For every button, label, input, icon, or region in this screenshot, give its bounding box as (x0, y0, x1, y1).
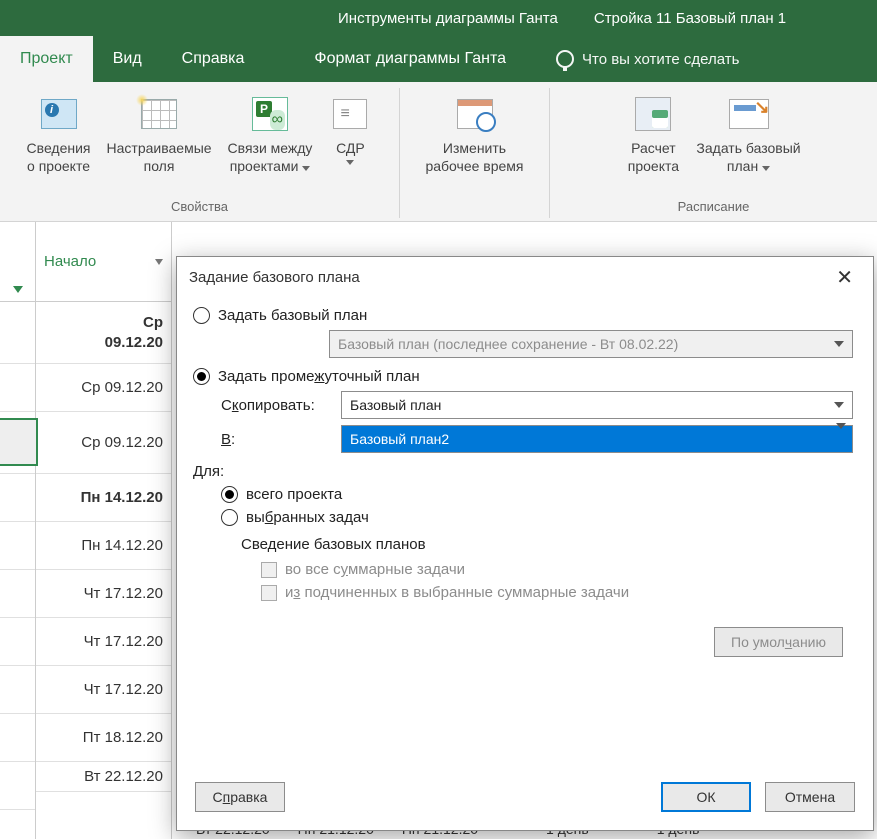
wbs-icon (333, 99, 367, 129)
tab-format-gantt[interactable]: Формат диаграммы Ганта (294, 36, 526, 82)
start-column: Начало Ср09.12.20 Ср 09.12.20 Ср 09.12.2… (36, 222, 172, 839)
grid-sparkle-icon (141, 99, 177, 129)
help-button[interactable]: Справка (195, 782, 285, 812)
cell-date[interactable]: Чт 17.12.20 (36, 570, 171, 618)
defaults-button: По умолчанию (714, 627, 843, 657)
cell-date[interactable]: Ср 09.12.20 (36, 412, 171, 474)
checkbox-rollup-all-summary-label: во все суммарные задачи (285, 561, 465, 578)
lightbulb-icon (556, 50, 574, 68)
for-label: Для: (193, 463, 853, 480)
radio-set-baseline-label: Задать базовый план (218, 307, 367, 324)
checkbox-rollup-from-subtasks-label: из подчиненных в выбранные суммарные зад… (285, 584, 629, 601)
checkbox-rollup-from-subtasks (261, 585, 277, 601)
close-button[interactable]: ✕ (828, 261, 861, 294)
chevron-down-icon (155, 259, 163, 265)
checkbox-rollup-all-summary (261, 562, 277, 578)
chevron-down-icon (302, 166, 310, 171)
project-link-icon (252, 97, 288, 131)
indicator-column: ие лы ь ь ран ото ень ыш (0, 222, 36, 839)
baseline-icon (729, 99, 769, 129)
project-info-button[interactable]: Сведенияо проекте (19, 88, 99, 177)
project-links-button[interactable]: Связи междупроектами (220, 88, 321, 177)
change-working-time-button[interactable]: Изменитьрабочее время (405, 88, 545, 177)
cancel-button[interactable]: Отмена (765, 782, 855, 812)
calendar-clock-icon (457, 99, 493, 129)
baseline-select-disabled: Базовый план (последнее сохранение - Вт … (329, 330, 853, 358)
tab-project[interactable]: Проект (0, 36, 93, 82)
radio-for-selected[interactable] (221, 509, 238, 526)
set-baseline-button[interactable]: Задать базовыйплан (688, 88, 808, 177)
copy-from-select[interactable]: Базовый план (341, 391, 853, 419)
ribbon: Сведенияо проекте Настраиваемыеполя Связ… (0, 82, 877, 222)
ribbon-group-schedule: Расписание (678, 199, 750, 214)
custom-fields-button[interactable]: Настраиваемыеполя (99, 88, 220, 177)
ok-button[interactable]: ОК (661, 782, 751, 812)
radio-for-all-label: всего проекта (246, 486, 342, 503)
tab-help[interactable]: Справка (162, 36, 265, 82)
tell-me-label: Что вы хотите сделать (582, 51, 739, 68)
tab-view[interactable]: Вид (93, 36, 162, 82)
selected-row-indicator (0, 418, 38, 466)
cell-date[interactable]: Пн 14.12.20 (36, 522, 171, 570)
copy-into-select[interactable]: Базовый план2 (341, 425, 853, 453)
copy-label: Скопировать: (221, 397, 331, 414)
chevron-down-icon (346, 160, 354, 165)
radio-for-selected-label: выбранных задач (246, 509, 369, 526)
ribbon-group-properties: Свойства (171, 199, 228, 214)
radio-set-interim-label: Задать промежуточный план (218, 368, 420, 385)
cell-date[interactable]: Пт 18.12.20 (36, 714, 171, 762)
radio-for-all[interactable] (221, 486, 238, 503)
cell-date[interactable]: Вт 22.12.20 (36, 762, 171, 792)
cell-date[interactable]: Чт 17.12.20 (36, 618, 171, 666)
cell-date[interactable]: Чт 17.12.20 (36, 666, 171, 714)
info-page-icon (41, 99, 77, 129)
ribbon-tabs: Проект Вид Справка Формат диаграммы Гант… (0, 36, 877, 82)
radio-set-interim[interactable] (193, 368, 210, 385)
cell-summary-date[interactable]: Ср09.12.20 (36, 302, 171, 364)
title-bar: Инструменты диаграммы Ганта Стройка 11 Б… (0, 0, 877, 36)
tell-me-search[interactable]: Что вы хотите сделать (556, 36, 739, 82)
set-baseline-dialog: Задание базового плана ✕ Задать базовый … (176, 256, 874, 831)
calculate-project-button[interactable]: Расчетпроекта (618, 88, 688, 177)
dialog-title: Задание базового плана (189, 269, 360, 286)
context-tools-label: Инструменты диаграммы Ганта (320, 0, 576, 36)
rollup-group-title: Сведение базовых планов (241, 536, 853, 553)
cell-date[interactable]: Ср 09.12.20 (36, 364, 171, 412)
chevron-down-icon (762, 166, 770, 171)
wbs-button[interactable]: СДР (320, 88, 380, 177)
column-header-start[interactable]: Начало (36, 222, 171, 302)
into-label: В: (221, 431, 331, 448)
filter-dropdown-icon[interactable] (13, 286, 23, 293)
cell-date[interactable]: Пн 14.12.20 (36, 474, 171, 522)
gantt-calculator-icon (635, 97, 671, 131)
window-title: Стройка 11 Базовый план 1 (576, 0, 804, 36)
radio-set-baseline[interactable] (193, 307, 210, 324)
